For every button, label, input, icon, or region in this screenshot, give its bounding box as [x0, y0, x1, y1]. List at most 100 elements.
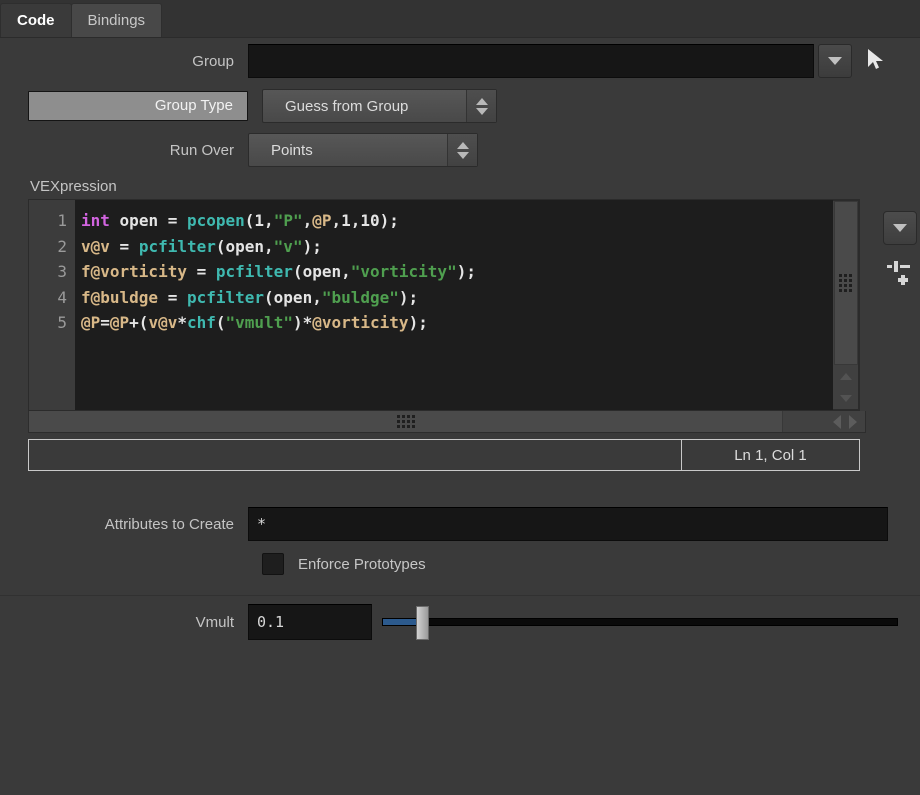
code-vertical-scrollbar[interactable]: [833, 200, 859, 410]
vmult-label: Vmult: [195, 613, 234, 631]
code-token: pcfilter: [138, 236, 216, 256]
code-token: pcfilter: [215, 262, 293, 281]
code-token: pcfilter: [186, 287, 265, 307]
vmult-slider-handle[interactable]: [416, 606, 429, 640]
group-type-label[interactable]: Group Type: [28, 91, 248, 121]
code-token: f@buldge: [81, 287, 159, 307]
group-dropdown-button[interactable]: [818, 44, 852, 78]
arrow-pointer-icon[interactable]: [864, 47, 888, 76]
run-over-label: Run Over: [169, 141, 234, 159]
group-label: Group: [192, 52, 234, 70]
code-line: f@buldge = pcfilter(open,"buldge");: [81, 285, 859, 311]
grip-dots-icon: [839, 274, 852, 293]
code-horizontal-scrollbar[interactable]: [28, 411, 866, 433]
chevron-down-icon: [828, 57, 842, 65]
attributes-to-create-input[interactable]: *: [248, 507, 888, 541]
triangle-left-icon[interactable]: [833, 414, 841, 429]
vexpression-editor-region: 1 2 3 4 5 int open = pcopen(1,"P",@P,1,1…: [0, 199, 920, 411]
code-token: (: [215, 313, 226, 332]
enforce-prototypes-checkbox[interactable]: [262, 553, 284, 575]
code-token: @vorticity: [312, 313, 409, 332]
vertical-scroll-thumb[interactable]: [833, 201, 858, 366]
code-token: );: [302, 236, 322, 256]
editor-side-buttons: [864, 199, 920, 411]
group-type-menu[interactable]: Guess from Group: [262, 89, 497, 123]
run-over-value: Points: [271, 141, 313, 159]
code-line: v@v = pcfilter(open,"v");: [81, 234, 859, 260]
edit-parameter-interface-icon[interactable]: [885, 257, 915, 292]
param-row-group-type: Group Type Guess from Group: [0, 84, 920, 128]
group-type-spinner[interactable]: [466, 90, 496, 122]
group-type-value: Guess from Group: [285, 97, 409, 115]
tab-bar: Code Bindings: [0, 0, 920, 38]
editor-menu-button[interactable]: [883, 211, 918, 245]
horizontal-scroll-thumb[interactable]: [29, 411, 783, 432]
code-token: =: [158, 211, 187, 230]
code-token: "v": [273, 236, 303, 256]
vmult-input[interactable]: 0.1: [248, 604, 372, 640]
triangle-down-icon: [839, 394, 852, 402]
group-input[interactable]: [248, 44, 814, 78]
code-token: "vorticity": [350, 262, 457, 281]
code-text-area[interactable]: int open = pcopen(1,"P",@P,1,10); v@v = p…: [75, 200, 859, 410]
code-editor[interactable]: 1 2 3 4 5 int open = pcopen(1,"P",@P,1,1…: [28, 199, 860, 411]
param-row-attributes-to-create: Attributes to Create *: [0, 501, 920, 547]
line-number: 5: [57, 313, 67, 332]
code-token: (open,: [215, 236, 274, 256]
triangle-down-icon: [456, 151, 469, 159]
code-token: (1,: [244, 211, 274, 230]
line-number: 1: [57, 211, 67, 230]
line-number: 3: [57, 262, 67, 281]
code-token: f@vorticity: [81, 262, 187, 281]
code-token: (open,: [292, 262, 351, 281]
run-over-spinner[interactable]: [447, 134, 477, 166]
code-line: int open = pcopen(1,"P",@P,1,10);: [81, 208, 859, 234]
code-token: =: [158, 287, 187, 307]
code-editor-wrap: 1 2 3 4 5 int open = pcopen(1,"P",@P,1,1…: [28, 199, 864, 411]
tab-bindings[interactable]: Bindings: [70, 3, 163, 37]
run-over-menu[interactable]: Points: [248, 133, 478, 167]
line-number-gutter: 1 2 3 4 5: [29, 200, 75, 410]
code-line: @P=@P+(v@v*chf("vmult")*@vorticity);: [81, 310, 859, 336]
code-token: "P": [273, 211, 303, 230]
scroll-up-button[interactable]: [834, 365, 858, 387]
vexpression-label: VEXpression: [30, 178, 117, 195]
code-token: =: [109, 236, 139, 256]
editor-status-bar: Ln 1, Col 1: [28, 439, 860, 471]
code-token: v@v: [148, 313, 178, 332]
tab-code[interactable]: Code: [0, 3, 72, 37]
code-token: "buldge": [321, 287, 399, 307]
scroll-down-button[interactable]: [834, 387, 858, 409]
triangle-right-icon[interactable]: [849, 414, 857, 429]
tab-code-label: Code: [17, 12, 55, 29]
code-token: ,: [302, 211, 313, 230]
code-token: v@v: [81, 236, 110, 256]
code-line: f@vorticity = pcfilter(open,"vorticity")…: [81, 259, 859, 285]
triangle-up-icon: [456, 141, 469, 149]
code-token: int: [81, 211, 110, 230]
horizontal-scroll-arrows[interactable]: [833, 411, 863, 432]
code-token: );: [456, 262, 476, 281]
code-token: (open,: [264, 287, 322, 307]
chevron-down-icon: [893, 224, 908, 232]
param-row-group: Group: [0, 38, 920, 84]
vmult-slider-fill: [383, 619, 417, 625]
param-row-vmult: Vmult 0.1: [0, 596, 920, 648]
line-number: 4: [57, 287, 67, 307]
parameter-panel: Group Group Type Guess from Group Run Ov…: [0, 38, 920, 648]
vmult-slider[interactable]: [382, 606, 898, 640]
line-number: 2: [57, 236, 67, 256]
param-row-run-over: Run Over Points: [0, 128, 920, 172]
triangle-up-icon: [475, 97, 488, 105]
code-token: );: [408, 313, 428, 332]
code-token: @P: [109, 313, 130, 332]
code-token: chf: [186, 313, 216, 332]
status-message: [29, 440, 681, 470]
grip-dots-icon: [396, 415, 415, 428]
code-token: =: [186, 262, 216, 281]
code-token: )*: [292, 313, 313, 332]
enforce-prototypes-label: Enforce Prototypes: [298, 555, 426, 573]
code-token: );: [398, 287, 419, 307]
code-token: +(: [129, 313, 149, 332]
